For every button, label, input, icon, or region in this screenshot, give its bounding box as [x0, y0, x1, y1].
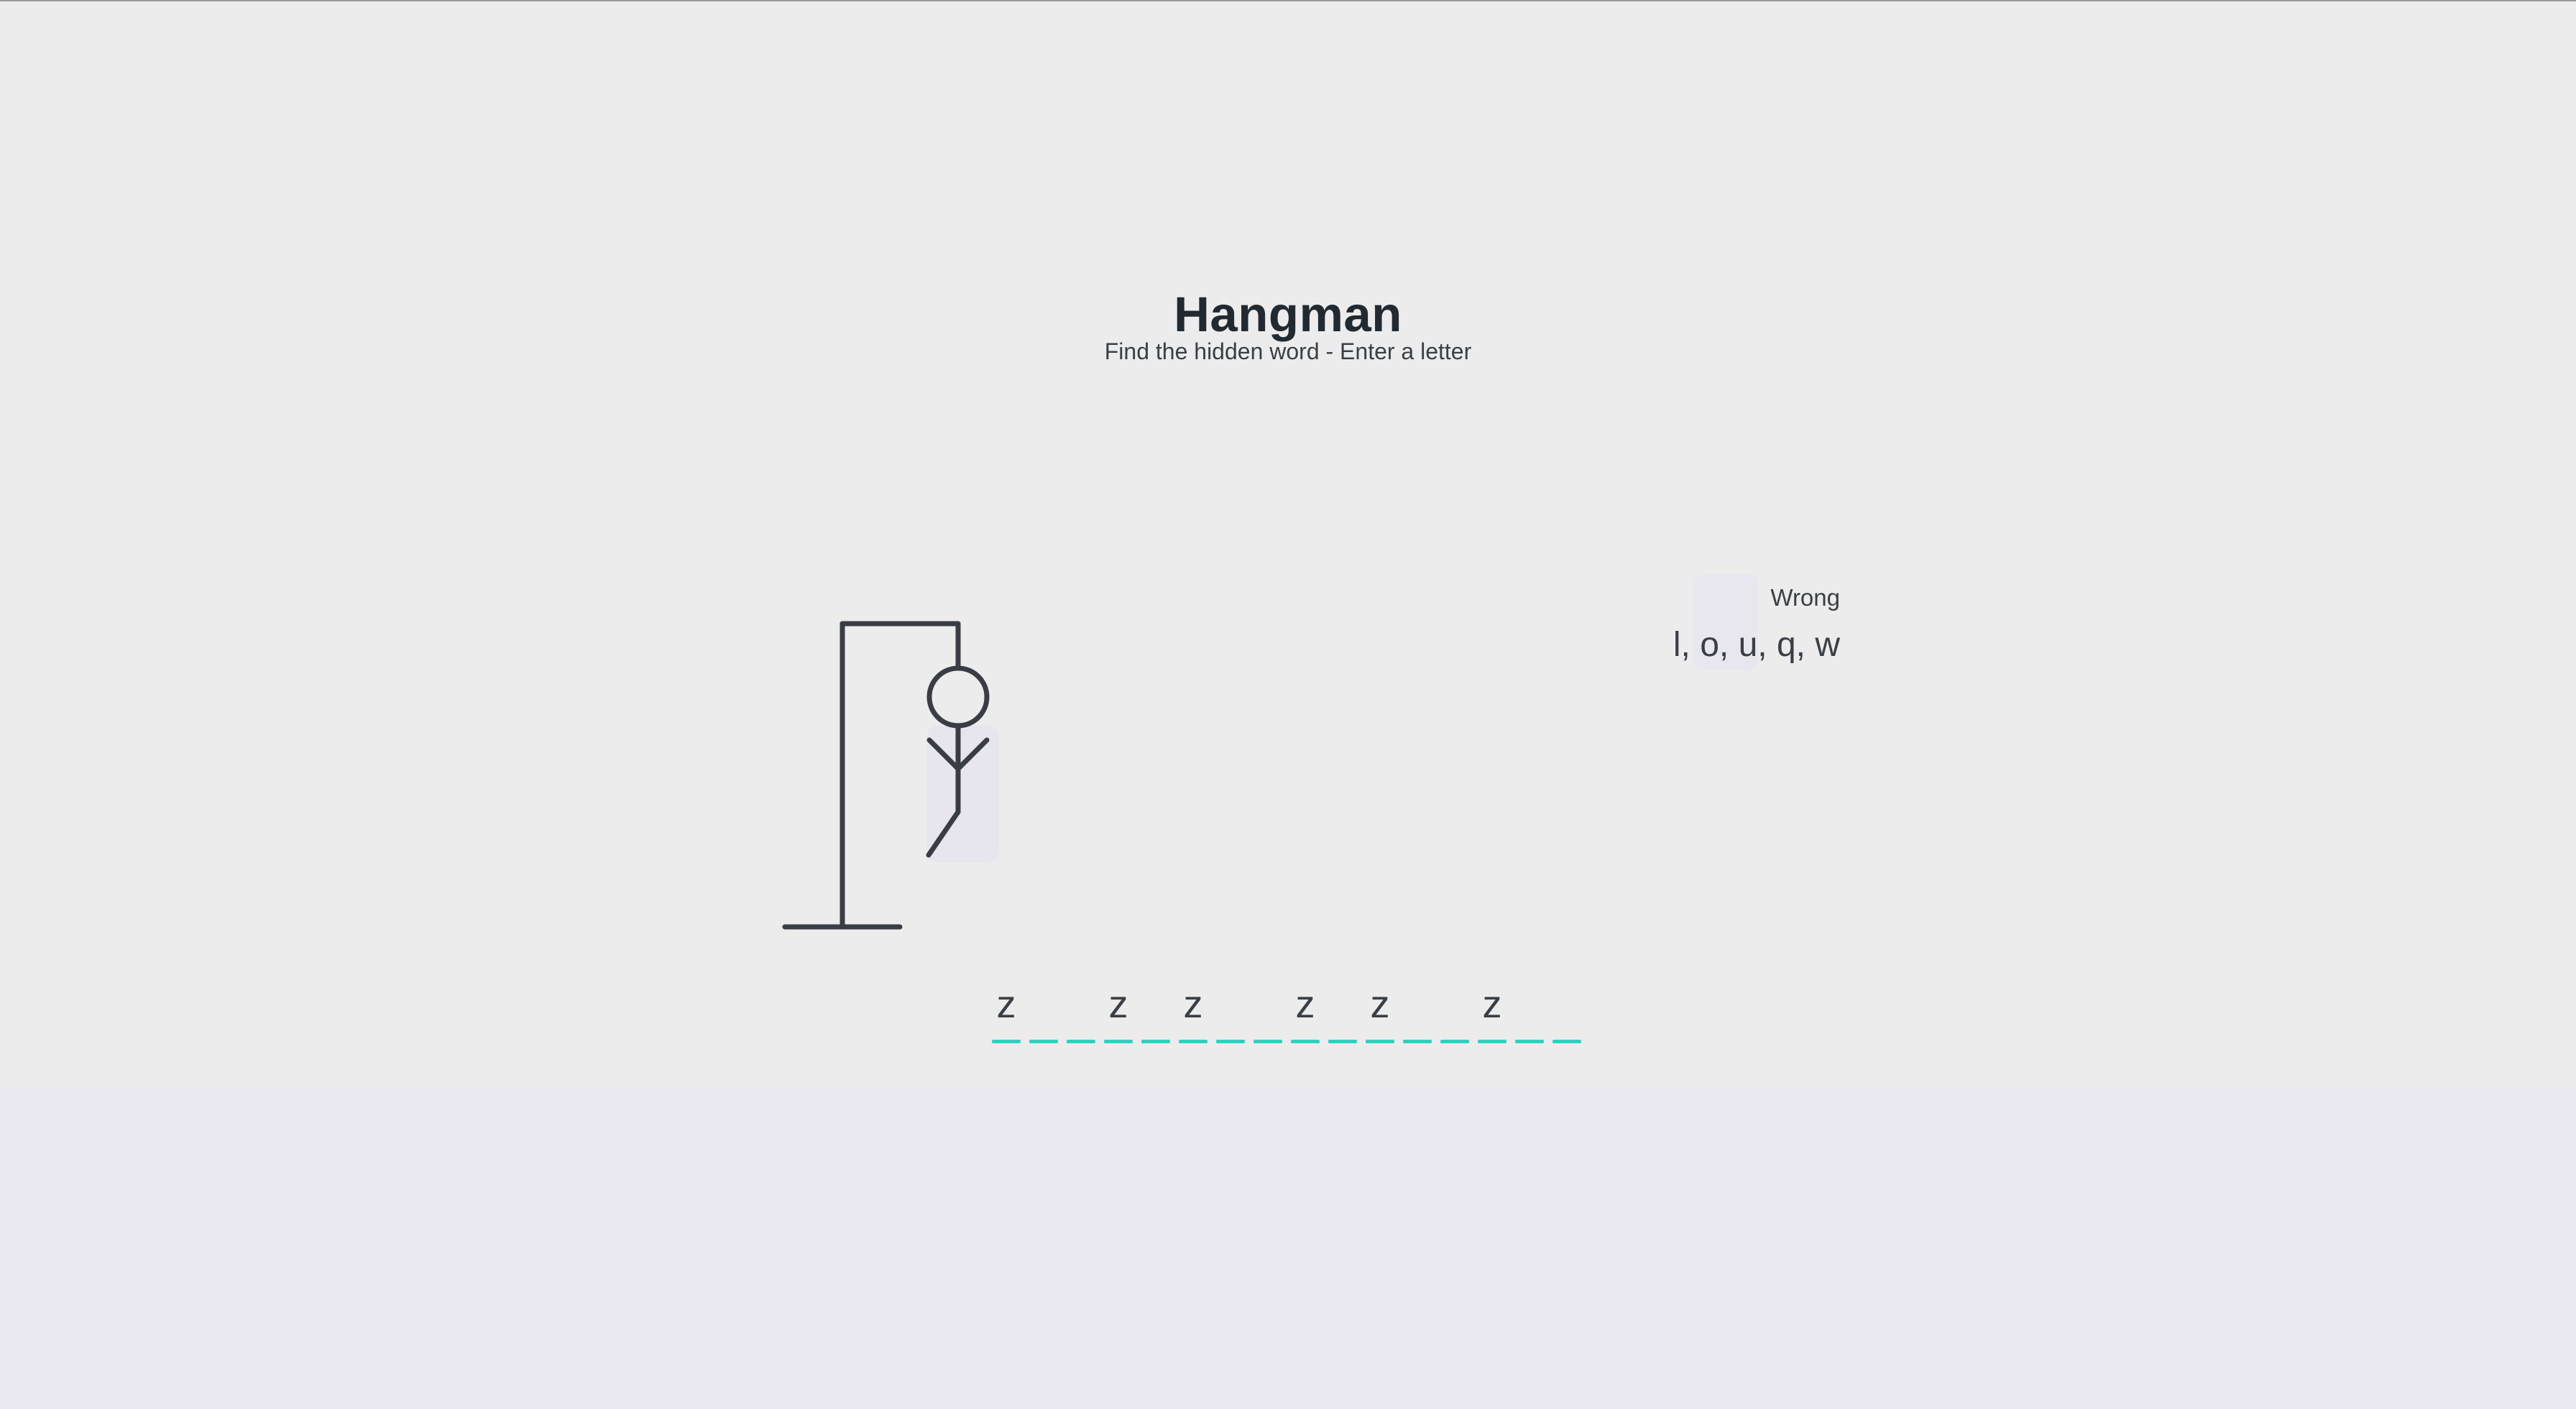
slot-letter: z	[996, 983, 1016, 1026]
slot-underline	[1029, 1040, 1058, 1043]
slot-underline	[1515, 1040, 1544, 1043]
hangman-figure	[782, 621, 990, 930]
game-area	[0, 1, 2576, 1088]
slot-letter: z	[1108, 983, 1128, 1026]
hangman-right-arm	[955, 737, 990, 772]
hangman-left-leg	[926, 809, 961, 858]
slot-underline	[1478, 1040, 1506, 1043]
slot-underline	[1366, 1040, 1394, 1043]
slot-underline	[1254, 1040, 1282, 1043]
slot-underline	[1328, 1040, 1357, 1043]
page-footer-area	[0, 1088, 2576, 1409]
slot-letter: z	[1295, 983, 1315, 1026]
slot-underline	[1440, 1040, 1469, 1043]
slot-underline	[1104, 1040, 1133, 1043]
letter-slot	[1067, 974, 1095, 1043]
page-subtitle: Find the hidden word - Enter a letter	[1104, 338, 1472, 364]
letter-slot: z	[1366, 974, 1394, 1043]
slot-letter	[1216, 974, 1245, 1035]
letter-slot	[1328, 974, 1357, 1043]
wrong-letters-panel: Wrong l, o, u, q, w	[1673, 575, 1840, 668]
hangman-head	[926, 665, 990, 729]
slot-underline	[1067, 1040, 1095, 1043]
letter-slot	[1141, 974, 1170, 1043]
slot-underline	[1179, 1040, 1208, 1043]
slot-letter: z	[1370, 983, 1390, 1026]
slot-letter	[1552, 974, 1581, 1035]
slot-letter	[1141, 974, 1170, 1035]
letter-slot	[1440, 974, 1469, 1043]
slot-letter	[1067, 974, 1095, 1035]
slot-letter	[1254, 974, 1282, 1035]
letter-slot	[1029, 974, 1058, 1043]
slot-letter	[1328, 974, 1357, 1035]
letter-slot: z	[1291, 974, 1320, 1043]
letter-slot: z	[1104, 974, 1133, 1043]
letter-slot: z	[992, 974, 1021, 1043]
page-title: Hangman	[1174, 287, 1402, 343]
letter-slot: z	[1179, 974, 1208, 1043]
letter-slot	[1552, 974, 1581, 1043]
letter-slot	[1403, 974, 1432, 1043]
wrong-letters: l, o, u, q, w	[1673, 626, 1840, 664]
slot-letter	[1440, 974, 1469, 1035]
hidden-word: zzzzzz	[992, 974, 1581, 1043]
wrong-label: Wrong	[1770, 584, 1840, 611]
slot-letter	[1403, 974, 1432, 1035]
slot-letter	[1029, 974, 1058, 1035]
slot-underline	[1403, 1040, 1432, 1043]
slot-letter: z	[1482, 983, 1502, 1026]
slot-underline	[1141, 1040, 1170, 1043]
hangman-left-arm	[926, 737, 961, 772]
slot-letter: z	[1183, 983, 1203, 1026]
letter-slot: z	[1478, 974, 1506, 1043]
letter-slot	[1254, 974, 1282, 1043]
slot-underline	[1216, 1040, 1245, 1043]
slot-letter	[1515, 974, 1544, 1035]
slot-underline	[1552, 1040, 1581, 1043]
letter-slot	[1216, 974, 1245, 1043]
slot-underline	[992, 1040, 1021, 1043]
letter-slot	[1515, 974, 1544, 1043]
slot-underline	[1291, 1040, 1320, 1043]
